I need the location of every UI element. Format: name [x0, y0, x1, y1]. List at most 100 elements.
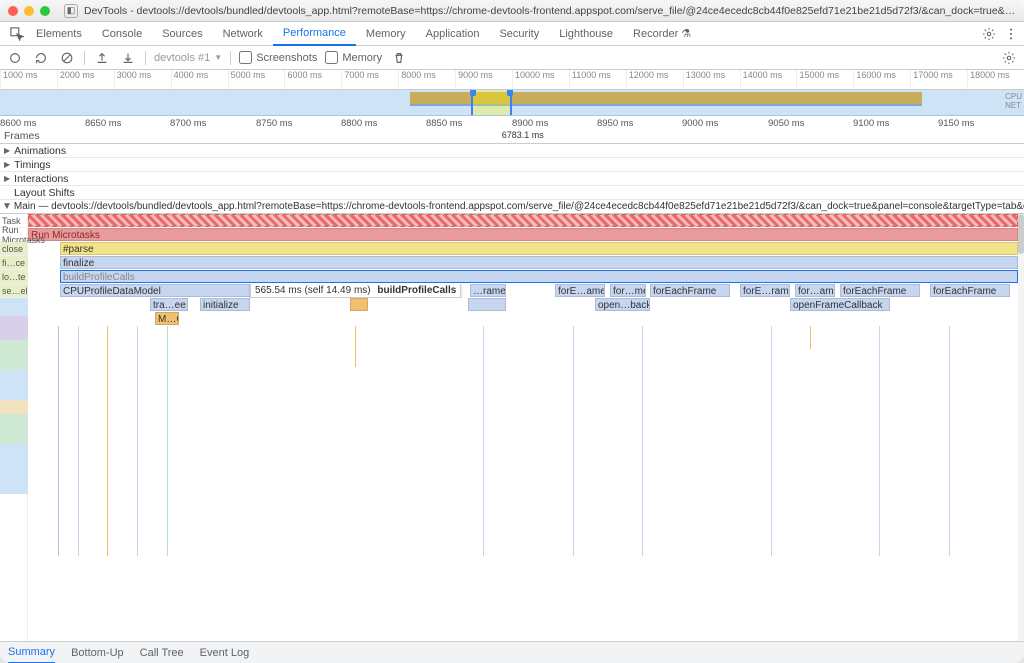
window-titlebar: ◧ DevTools - devtools://devtools/bundled… [0, 0, 1024, 22]
flame-block[interactable]: for…ame [795, 284, 835, 297]
flame-block[interactable]: for…me [610, 284, 646, 297]
ruler-tick: 16000 ms [853, 70, 910, 89]
flame-block[interactable]: forEachFrame [840, 284, 920, 297]
settings-gear-icon[interactable] [980, 25, 998, 43]
record-button[interactable] [6, 49, 24, 67]
collect-garbage-button[interactable] [390, 49, 408, 67]
memory-checkbox[interactable]: Memory [325, 51, 382, 64]
ruler-tick: 1000 ms [0, 70, 57, 89]
flame-block[interactable]: open…back [595, 298, 650, 311]
flame-block[interactable]: forE…ame [555, 284, 605, 297]
flame-block[interactable]: forE…rame [740, 284, 790, 297]
minimize-window-icon[interactable] [24, 6, 34, 16]
ruler-tick: 9050 ms [768, 118, 804, 129]
chevron-right-icon: ▶ [4, 174, 10, 183]
chevron-down-icon: ▼ [214, 53, 222, 62]
flame-block[interactable]: M…C [155, 312, 179, 325]
flame-parse[interactable]: #parse [60, 242, 1018, 255]
tab-call-tree[interactable]: Call Tree [140, 642, 184, 663]
screenshots-checkbox[interactable]: Screenshots [239, 51, 317, 64]
flame-block[interactable] [468, 298, 506, 311]
tab-recorder[interactable]: Recorder ⚗ [623, 22, 701, 46]
tab-console[interactable]: Console [92, 22, 152, 46]
overview-selection[interactable] [471, 90, 512, 115]
tab-bottom-up[interactable]: Bottom-Up [71, 642, 124, 663]
save-profile-button[interactable] [119, 49, 137, 67]
profile-select[interactable]: devtools #1 ▼ [154, 52, 222, 64]
tab-summary[interactable]: Summary [8, 642, 55, 663]
tab-security[interactable]: Security [489, 22, 549, 46]
tab-elements[interactable]: Elements [26, 22, 92, 46]
capture-settings-gear-icon[interactable] [1000, 49, 1018, 67]
gutter-label: fi…ce [0, 256, 28, 270]
ruler-tick: 10000 ms [512, 70, 569, 89]
track-layout-shifts[interactable]: Layout Shifts [0, 186, 1024, 200]
track-animations[interactable]: ▶Animations [0, 144, 1024, 158]
flame-block[interactable]: tra…ee [150, 298, 188, 311]
flame-chart[interactable]: Run Microtasks #parse finalize buildProf… [0, 214, 1024, 641]
detail-ruler[interactable]: 8600 ms 8650 ms 8700 ms 8750 ms 8800 ms … [0, 116, 1024, 144]
details-tabbar: Summary Bottom-Up Call Tree Event Log [0, 641, 1024, 663]
frames-track-label: Frames [4, 130, 40, 142]
selection-handle-right[interactable] [507, 90, 513, 96]
overview-ruler[interactable]: 1000 ms 2000 ms 3000 ms 4000 ms 5000 ms … [0, 70, 1024, 90]
flame-block[interactable]: forEachFrame [650, 284, 730, 297]
experiment-icon: ⚗ [681, 27, 691, 40]
flame-thin-region [28, 326, 1018, 556]
flame-block[interactable]: forEachFrame [930, 284, 1010, 297]
overview-strip[interactable]: CPU NET [0, 90, 1024, 116]
tab-application[interactable]: Application [416, 22, 490, 46]
gutter-label: Run Microtasks [0, 228, 28, 242]
maximize-window-icon[interactable] [40, 6, 50, 16]
flame-block[interactable]: openFrameCallback [790, 298, 890, 311]
track-label: Layout Shifts [14, 187, 75, 199]
clear-button[interactable] [58, 49, 76, 67]
ruler-tick: 3000 ms [114, 70, 171, 89]
main-thread-header[interactable]: ▼ Main — devtools://devtools/bundled/dev… [0, 200, 1024, 214]
tab-event-log[interactable]: Event Log [200, 642, 250, 663]
flame-run-microtasks[interactable]: Run Microtasks [28, 228, 1018, 241]
flame-gutter-lower [0, 298, 28, 641]
ruler-tick: 8800 ms [341, 118, 377, 129]
gutter-label: close [0, 242, 28, 256]
tab-memory[interactable]: Memory [356, 22, 416, 46]
panel-tabbar: Elements Console Sources Network Perform… [0, 22, 1024, 46]
flame-task[interactable] [28, 214, 1018, 227]
profile-select-label: devtools #1 [154, 52, 210, 64]
inspect-element-icon[interactable] [8, 25, 26, 43]
tooltip-timing: 565.54 ms (self 14.49 ms) [255, 285, 371, 296]
selection-handle-left[interactable] [470, 90, 476, 96]
ruler-tick: 4000 ms [171, 70, 228, 89]
traffic-lights [8, 6, 50, 16]
tab-recorder-label: Recorder [633, 28, 678, 40]
track-interactions[interactable]: ▶Interactions [0, 172, 1024, 186]
tab-sources[interactable]: Sources [152, 22, 212, 46]
flame-tooltip: 565.54 ms (self 14.49 ms) buildProfileCa… [250, 284, 461, 298]
more-menu-icon[interactable] [1002, 25, 1020, 43]
track-label: Timings [14, 159, 50, 171]
screenshots-label: Screenshots [256, 52, 317, 64]
track-timings[interactable]: ▶Timings [0, 158, 1024, 172]
flame-block[interactable]: initialize [200, 298, 250, 311]
ruler-tick: 9000 ms [682, 118, 718, 129]
gutter-label: se…el [0, 284, 28, 298]
tab-network[interactable]: Network [213, 22, 273, 46]
ruler-tick: 8000 ms [398, 70, 455, 89]
net-label: NET [1005, 101, 1022, 110]
flame-finalize[interactable]: finalize [60, 256, 1018, 269]
toolbar-divider [230, 51, 231, 65]
ruler-tick: 17000 ms [910, 70, 967, 89]
tracks-section: ▶Animations ▶Timings ▶Interactions Layou… [0, 144, 1024, 200]
flame-buildprofilecalls-selected[interactable]: buildProfileCalls [60, 270, 1018, 283]
close-window-icon[interactable] [8, 6, 18, 16]
load-profile-button[interactable] [93, 49, 111, 67]
flame-block[interactable]: …rame [470, 284, 506, 297]
chevron-right-icon: ▶ [4, 146, 10, 155]
performance-toolbar: devtools #1 ▼ Screenshots Memory [0, 46, 1024, 70]
gutter-label: lo…te [0, 270, 28, 284]
reload-record-button[interactable] [32, 49, 50, 67]
tab-lighthouse[interactable]: Lighthouse [549, 22, 623, 46]
tab-performance[interactable]: Performance [273, 22, 356, 46]
ruler-tick: 2000 ms [57, 70, 114, 89]
flame-block-orange[interactable] [350, 298, 368, 311]
